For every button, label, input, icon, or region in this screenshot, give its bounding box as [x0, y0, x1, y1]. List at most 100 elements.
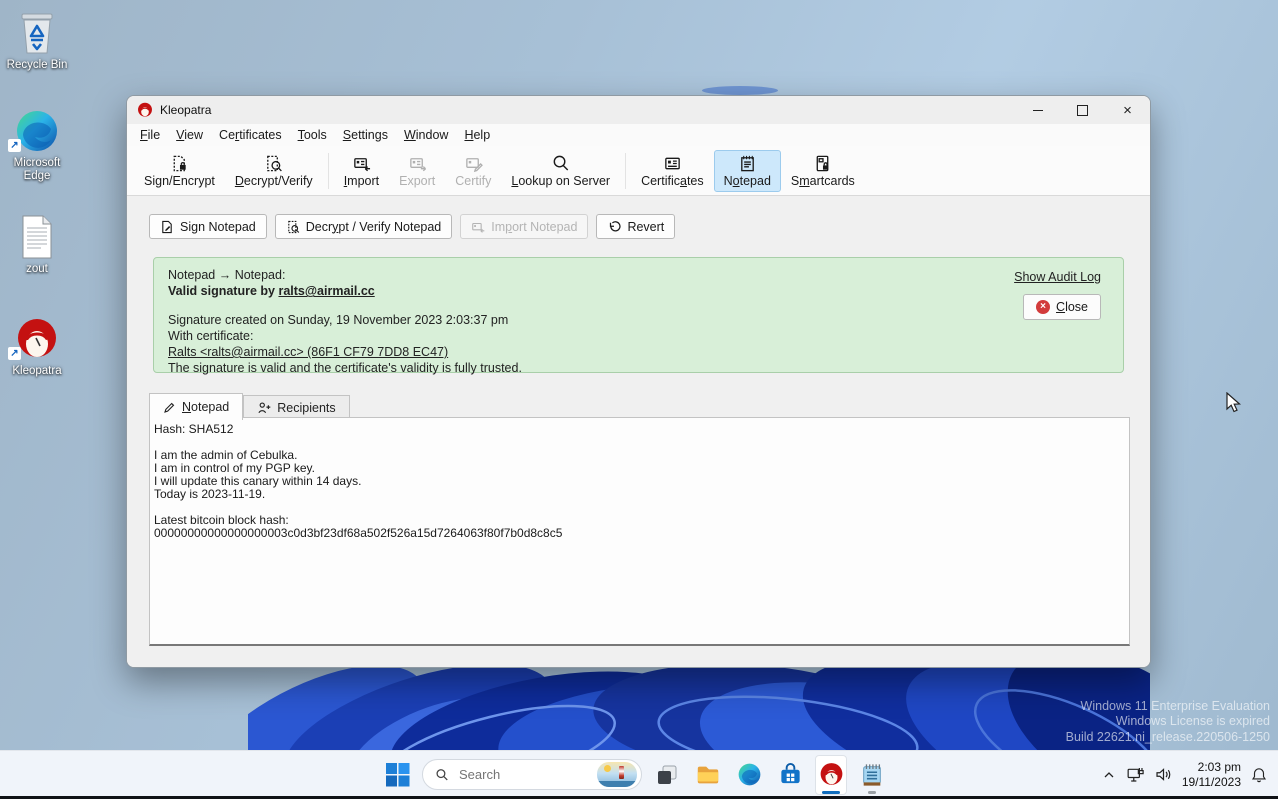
sign-notepad-button[interactable]: Sign Notepad	[149, 214, 267, 239]
desktop: Recycle Bin ↗ Microsoft Edge	[0, 0, 1278, 799]
close-icon: ×	[1123, 102, 1132, 119]
file-explorer-icon	[695, 762, 721, 788]
smartcards-icon	[813, 154, 832, 173]
search-icon	[551, 154, 570, 173]
close-circle-icon: ×	[1036, 300, 1050, 314]
edge-icon	[737, 762, 762, 787]
result-header: Notepad → Notepad:	[168, 267, 1109, 283]
toolbar-smartcards[interactable]: Smartcards	[781, 150, 865, 192]
menu-certificates[interactable]: Certificates	[211, 126, 290, 144]
toolbar-label: Decrypt/Verify	[235, 174, 313, 188]
clock-date: 19/11/2023	[1182, 775, 1241, 790]
menu-view[interactable]: View	[168, 126, 211, 144]
kleopatra-app-icon	[137, 102, 153, 118]
tab-label: Recipients	[277, 401, 335, 415]
export-icon	[408, 154, 427, 173]
toolbar-export[interactable]: Export	[389, 150, 445, 192]
kleopatra-taskbar-button[interactable]	[815, 755, 847, 795]
menu-window[interactable]: Window	[396, 126, 456, 144]
toolbar: Sign/Encrypt Decrypt/Verify Import	[127, 146, 1150, 196]
button-label: Decrypt / Verify Notepad	[306, 220, 442, 234]
search-input[interactable]	[457, 766, 589, 783]
desktop-icon-label: Microsoft Edge	[0, 157, 74, 183]
toolbar-label: Sign/Encrypt	[144, 174, 215, 188]
certificate-link[interactable]: Ralts <ralts@airmail.cc> (86F1 CF79 7DD8…	[168, 345, 448, 359]
taskbar-clock[interactable]: 2:03 pm 19/11/2023	[1182, 760, 1241, 790]
notifications-bell-icon[interactable]	[1250, 766, 1268, 784]
desktop-icon-recycle-bin[interactable]: Recycle Bin	[0, 6, 74, 72]
running-app-indicator	[868, 791, 876, 794]
search-highlight-image[interactable]	[597, 762, 637, 787]
toolbar-decrypt-verify[interactable]: Decrypt/Verify	[225, 150, 323, 192]
title-bar[interactable]: Kleopatra ×	[127, 96, 1150, 124]
maximize-button[interactable]	[1060, 96, 1105, 124]
notepad-app-taskbar-button[interactable]	[856, 755, 888, 795]
maximize-icon	[1077, 105, 1088, 116]
desktop-icon-label: zout	[0, 263, 74, 276]
import-notepad-icon	[471, 220, 485, 234]
signer-link[interactable]: ralts@airmail.cc	[278, 284, 374, 298]
search-icon	[435, 768, 449, 782]
notepad-editor[interactable]: Hash: SHA512 I am the admin of Cebulka. …	[149, 417, 1130, 646]
result-with-certificate: With certificate:	[168, 328, 1109, 344]
toolbar-label: Smartcards	[791, 174, 855, 188]
watermark-line: Windows License is expired	[1066, 714, 1270, 729]
menu-file[interactable]: File	[132, 126, 168, 144]
file-explorer-button[interactable]	[692, 755, 724, 795]
toolbar-sign-encrypt[interactable]: Sign/Encrypt	[134, 150, 225, 192]
tab-notepad[interactable]: Notepad	[149, 393, 243, 420]
system-tray: 2:03 pm 19/11/2023	[1101, 752, 1268, 797]
toolbar-separator	[328, 153, 329, 189]
notepad-app-icon	[860, 762, 884, 788]
start-button[interactable]	[381, 755, 413, 795]
valid-prefix: Valid signature by	[168, 284, 278, 298]
toolbar-certify[interactable]: Certify	[445, 150, 501, 192]
import-icon	[352, 154, 371, 173]
clock-time: 2:03 pm	[1182, 760, 1241, 775]
watermark-line: Windows 11 Enterprise Evaluation	[1066, 699, 1270, 714]
toolbar-import[interactable]: Import	[334, 150, 389, 192]
tray-chevron-up-icon[interactable]	[1101, 767, 1117, 783]
active-app-indicator	[822, 791, 840, 794]
microsoft-store-icon	[778, 762, 803, 787]
sun-icon	[604, 765, 611, 772]
microsoft-store-button[interactable]	[774, 755, 806, 795]
edge-button[interactable]	[733, 755, 765, 795]
desktop-icon-kleopatra[interactable]: ↗ Kleopatra	[0, 312, 74, 378]
button-label: Sign Notepad	[180, 220, 256, 234]
task-view-button[interactable]	[651, 755, 683, 795]
tab-label: Notepad	[182, 400, 229, 414]
toolbar-lookup-on-server[interactable]: Lookup on Server	[501, 150, 620, 192]
minimize-button[interactable]	[1015, 96, 1060, 124]
wallpaper-bloom-edge	[702, 86, 778, 95]
result-validity: The signature is valid and the certifica…	[168, 360, 1109, 376]
toolbar-notepad[interactable]: Notepad	[714, 150, 781, 192]
network-icon[interactable]	[1126, 765, 1145, 784]
volume-icon[interactable]	[1154, 765, 1173, 784]
notepad-icon	[738, 154, 757, 173]
menu-bar: File View Certificates Tools Settings Wi…	[127, 124, 1150, 146]
edge-icon: ↗	[0, 104, 74, 154]
menu-help[interactable]: Help	[456, 126, 498, 144]
desktop-icon-zout[interactable]: zout	[0, 210, 74, 276]
certificates-icon	[663, 154, 682, 173]
close-result-button[interactable]: × Close	[1023, 294, 1101, 320]
toolbar-certificates[interactable]: Certificates	[631, 150, 714, 192]
notepad-view: Sign Notepad Decrypt / Verify Notepad	[127, 196, 1150, 667]
desktop-icon-microsoft-edge[interactable]: ↗ Microsoft Edge	[0, 104, 74, 183]
recycle-bin-icon	[0, 6, 74, 56]
toolbar-label: Lookup on Server	[511, 174, 610, 188]
desktop-icon-label: Recycle Bin	[0, 59, 74, 72]
menu-settings[interactable]: Settings	[335, 126, 396, 144]
close-window-button[interactable]: ×	[1105, 96, 1150, 124]
import-notepad-button[interactable]: Import Notepad	[460, 214, 588, 239]
kleopatra-icon: ↗	[0, 312, 74, 362]
revert-button[interactable]: Revert	[596, 214, 675, 239]
kleopatra-icon	[819, 762, 844, 787]
menu-tools[interactable]: Tools	[290, 126, 335, 144]
taskbar-search[interactable]	[422, 759, 642, 790]
decrypt-verify-notepad-button[interactable]: Decrypt / Verify Notepad	[275, 214, 453, 239]
show-audit-log-link[interactable]: Show Audit Log	[1014, 269, 1101, 285]
toolbar-label: Certificates	[641, 174, 704, 188]
minimize-icon	[1033, 110, 1043, 111]
